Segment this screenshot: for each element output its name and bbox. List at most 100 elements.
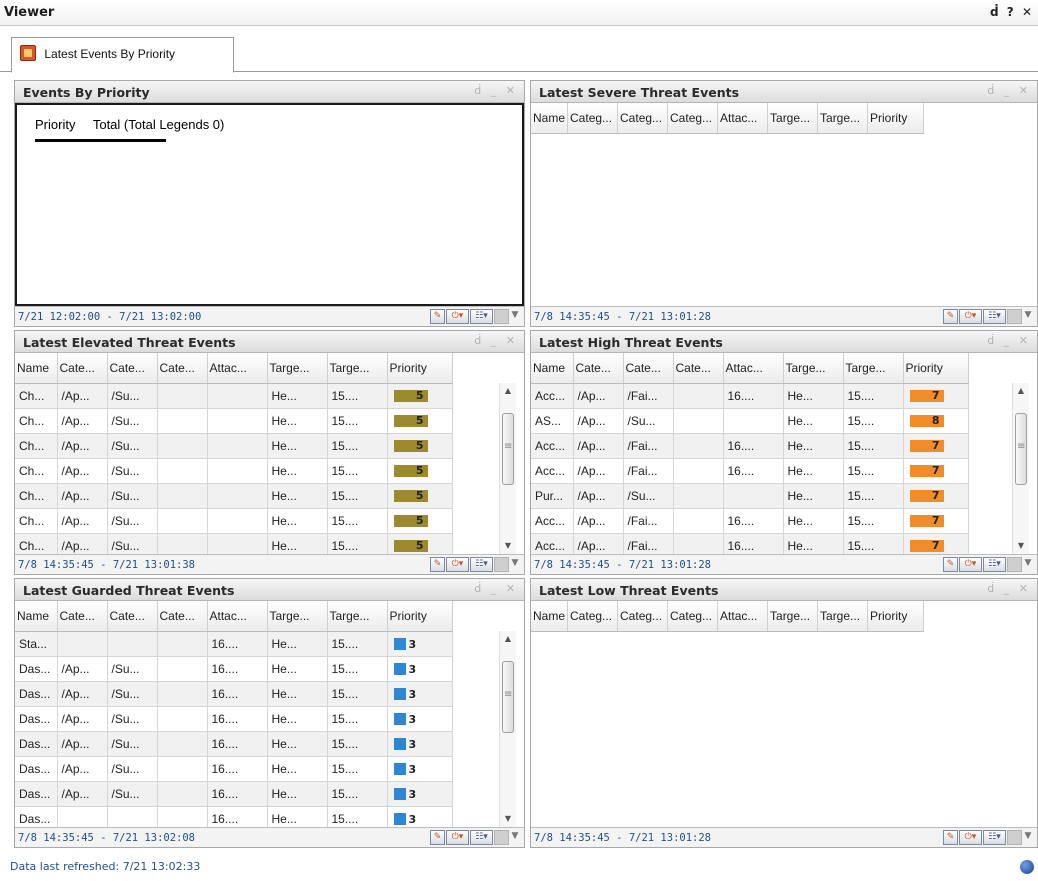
column-header[interactable]: Targe... <box>267 353 328 384</box>
column-header[interactable]: Priority <box>867 103 925 134</box>
column-header[interactable]: Attac... <box>207 601 268 632</box>
scrollbar-thumb[interactable] <box>502 661 514 733</box>
table-row[interactable]: AS.../Ap.../Su... He... 15.... 8 <box>531 408 969 434</box>
edit-icon[interactable]: ✎ <box>430 309 445 324</box>
scrollbar-thumb[interactable] <box>1015 413 1027 485</box>
panel-window-controls[interactable]: ḋ _ ✕ <box>474 84 518 97</box>
table-row[interactable]: Das.../Ap.../Su... 16.... He... 15.... 3 <box>15 731 453 757</box>
table-row[interactable]: Ch.../Ap.../Su... He... 15.... 5 <box>15 383 453 409</box>
edit-icon[interactable]: ✎ <box>430 557 445 572</box>
column-header[interactable]: Attac... <box>717 601 769 632</box>
chevron-down-icon[interactable]: ▼ <box>1023 830 1033 845</box>
column-header[interactable]: Categ... <box>617 103 669 134</box>
column-header[interactable]: Targe... <box>267 601 328 632</box>
table-row[interactable]: Ch.../Ap.../Su... He... 15.... 5 <box>15 408 453 434</box>
edit-icon[interactable]: ✎ <box>943 830 958 845</box>
column-header[interactable]: Attac... <box>717 103 769 134</box>
scroll-up-icon[interactable]: ▲ <box>1013 383 1029 399</box>
column-header[interactable]: Cate... <box>157 601 208 632</box>
scroll-up-icon[interactable]: ▲ <box>500 383 516 399</box>
panel-window-controls[interactable]: ḋ _ ✕ <box>987 582 1031 595</box>
table-row[interactable]: Acc.../Ap.../Fai... 16.... He... 15.... 7 <box>531 458 969 484</box>
column-header[interactable]: Targe... <box>843 353 904 384</box>
view-menu-button[interactable]: ☷▾ <box>983 557 1006 572</box>
column-header[interactable]: Categ... <box>667 103 719 134</box>
table-row[interactable]: Das.../Ap.../Su... 16.... He... 15.... 3 <box>15 706 453 732</box>
table-row[interactable]: Ch.../Ap.../Su... He... 15.... 5 <box>15 533 453 554</box>
column-header[interactable]: Categ... <box>617 601 669 632</box>
vertical-scrollbar[interactable]: ▲ ▼ <box>1012 383 1029 554</box>
view-menu-button[interactable]: ☷▾ <box>470 830 493 845</box>
column-header[interactable]: Priority <box>867 601 925 632</box>
power-menu-button[interactable]: ⏻▾ <box>446 557 469 572</box>
panel-window-controls[interactable]: ḋ _ ✕ <box>474 582 518 595</box>
scroll-down-icon[interactable]: ▼ <box>500 811 516 827</box>
panel-window-controls[interactable]: ḋ _ ✕ <box>474 334 518 347</box>
column-header[interactable]: Targe... <box>817 601 869 632</box>
table-row[interactable]: Das.../Ap.../Su... 16.... He... 15.... 3 <box>15 781 453 807</box>
column-header[interactable]: Cate... <box>623 353 674 384</box>
table-row[interactable]: Das.../Ap.../Su... 16.... He... 15.... 3 <box>15 656 453 682</box>
power-menu-button[interactable]: ⏻▾ <box>959 557 982 572</box>
column-header[interactable]: Priority <box>387 601 453 632</box>
column-header[interactable]: Attac... <box>207 353 268 384</box>
panel-window-controls[interactable]: ḋ _ ✕ <box>987 334 1031 347</box>
table-row[interactable]: Acc.../Ap.../Fai... 16.... He... 15.... 7 <box>531 533 969 554</box>
tab-latest-events-by-priority[interactable]: Latest Events By Priority <box>11 37 234 73</box>
scroll-down-icon[interactable]: ▼ <box>1013 538 1029 554</box>
table-row[interactable]: Das.../Ap.../Su... 16.... He... 15.... 3 <box>15 681 453 707</box>
table-row[interactable]: Acc.../Ap.../Fai... 16.... He... 15.... 7 <box>531 508 969 534</box>
scrollbar-thumb[interactable] <box>502 413 514 485</box>
column-header[interactable]: Attac... <box>723 353 784 384</box>
table-row[interactable]: Ch.../Ap.../Su... He... 15.... 5 <box>15 508 453 534</box>
chevron-down-icon[interactable]: ▼ <box>510 830 520 845</box>
scroll-down-icon[interactable]: ▼ <box>500 538 516 554</box>
chevron-down-icon[interactable]: ▼ <box>510 557 520 572</box>
scroll-up-icon[interactable]: ▲ <box>500 631 516 647</box>
power-menu-button[interactable]: ⏻▾ <box>446 830 469 845</box>
edit-icon[interactable]: ✎ <box>943 557 958 572</box>
column-header[interactable]: Categ... <box>567 103 619 134</box>
column-header[interactable]: Cate... <box>673 353 724 384</box>
column-header[interactable]: Cate... <box>107 601 158 632</box>
column-header[interactable]: Targe... <box>327 353 388 384</box>
view-menu-button[interactable]: ☷▾ <box>470 557 493 572</box>
column-header[interactable]: Categ... <box>667 601 719 632</box>
view-menu-button[interactable]: ☷▾ <box>983 830 1006 845</box>
column-header[interactable]: Name <box>15 601 58 632</box>
table-row[interactable]: Acc.../Ap.../Fai... 16.... He... 15.... 7 <box>531 383 969 409</box>
column-header[interactable]: Targe... <box>817 103 869 134</box>
edit-icon[interactable]: ✎ <box>430 830 445 845</box>
vertical-scrollbar[interactable]: ▲ ▼ <box>499 383 516 554</box>
column-header[interactable]: Name <box>15 353 58 384</box>
table-row[interactable]: Ch.../Ap.../Su... He... 15.... 5 <box>15 483 453 509</box>
column-header[interactable]: Targe... <box>767 103 819 134</box>
column-header[interactable]: Categ... <box>567 601 619 632</box>
column-header[interactable]: Priority <box>387 353 453 384</box>
column-header[interactable]: Targe... <box>767 601 819 632</box>
chevron-down-icon[interactable]: ▼ <box>1023 309 1033 324</box>
column-header[interactable]: Cate... <box>573 353 624 384</box>
help-globe-icon[interactable] <box>1020 860 1034 874</box>
column-header[interactable]: Targe... <box>327 601 388 632</box>
power-menu-button[interactable]: ⏻▾ <box>446 309 469 324</box>
column-header[interactable]: Cate... <box>57 601 108 632</box>
table-row[interactable]: Ch.../Ap.../Su... He... 15.... 5 <box>15 458 453 484</box>
table-row[interactable]: Acc.../Ap.../Fai... 16.... He... 15.... 7 <box>531 433 969 459</box>
viewer-window-controls[interactable]: ḋ ? ✕ <box>990 5 1034 19</box>
power-menu-button[interactable]: ⏻▾ <box>959 830 982 845</box>
table-row[interactable]: Pur.../Ap.../Su... He... 15.... 7 <box>531 483 969 509</box>
edit-icon[interactable]: ✎ <box>943 309 958 324</box>
chevron-down-icon[interactable]: ▼ <box>1023 557 1033 572</box>
table-row[interactable]: Das... 16.... He... 15.... 3 <box>15 806 453 827</box>
column-header[interactable]: Name <box>531 601 569 632</box>
column-header[interactable]: Cate... <box>157 353 208 384</box>
vertical-scrollbar[interactable]: ▲ ▼ <box>499 631 516 827</box>
column-header[interactable]: Name <box>531 103 569 134</box>
table-row[interactable]: Sta... 16.... He... 15.... 3 <box>15 631 453 657</box>
column-header[interactable]: Cate... <box>57 353 108 384</box>
chevron-down-icon[interactable]: ▼ <box>510 309 520 324</box>
column-header[interactable]: Targe... <box>783 353 844 384</box>
column-header[interactable]: Priority <box>903 353 969 384</box>
column-header[interactable]: Cate... <box>107 353 158 384</box>
